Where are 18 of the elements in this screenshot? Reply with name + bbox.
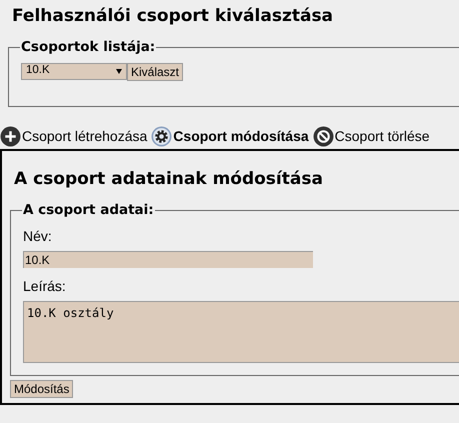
page-title: Felhasználói csoport kiválasztása: [11, 5, 334, 25]
tab[interactable]: Csoport törlése: [312, 126, 430, 146]
gear-icon: [151, 126, 172, 146]
group-dropdown[interactable]: 10.K: [21, 62, 127, 80]
field-label: Név:: [23, 226, 53, 246]
caret-icon: [116, 68, 122, 74]
field-label: Leírás:: [23, 276, 67, 296]
panel-title: A csoport adatainak módosítása: [13, 171, 324, 188]
no-entry-icon: [312, 126, 334, 146]
fieldset-legend: A csoport adatai:: [22, 204, 155, 218]
description-field[interactable]: 10.K osztály: [23, 300, 459, 362]
tab[interactable]: Csoport módosítása: [151, 126, 309, 146]
name-field[interactable]: 10.K: [23, 250, 313, 268]
tab[interactable]: Csoport létrehozása: [0, 126, 148, 146]
plus-icon: [0, 126, 21, 146]
fieldset-legend: Csoportok listája:: [20, 41, 156, 54]
select-button[interactable]: Kiválaszt: [127, 62, 184, 80]
modify-button[interactable]: Módosítás: [10, 380, 74, 398]
